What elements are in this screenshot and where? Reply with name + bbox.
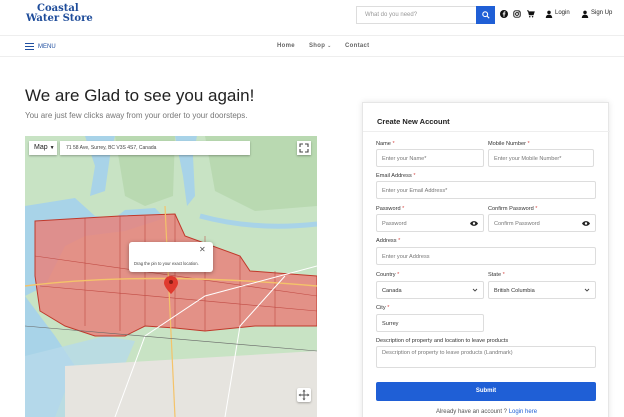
name-label: Name * — [376, 141, 395, 147]
map-canvas[interactable] — [25, 136, 317, 417]
signup-link[interactable]: Sign Up — [591, 10, 612, 16]
password-label: Password * — [376, 206, 405, 212]
search-icon — [481, 11, 490, 19]
fullscreen-button[interactable] — [297, 141, 311, 155]
search-button[interactable] — [476, 6, 495, 24]
user-icon — [545, 10, 553, 18]
page-title: We are Glad to see you again! — [25, 86, 255, 105]
close-icon[interactable]: ✕ — [199, 245, 206, 254]
fullscreen-icon — [299, 143, 309, 153]
state-select[interactable]: British Columbia — [488, 281, 596, 299]
nav-shop-label: Shop — [309, 43, 326, 49]
password-placeholder: Password — [382, 221, 407, 227]
password-input[interactable]: Password — [376, 214, 484, 232]
caret-down-icon: ▼ — [49, 145, 55, 151]
signup-card: Create New Account Name * Enter your Nam… — [362, 102, 610, 417]
page-subtitle: You are just few clicks away from your o… — [25, 111, 248, 120]
confirm-password-label: Confirm Password * — [488, 206, 538, 212]
chevron-down-icon — [584, 288, 590, 292]
instagram-icon[interactable] — [513, 10, 521, 18]
description-label: Description of property and location to … — [376, 338, 509, 344]
login-prompt-text: Already have an account ? — [435, 409, 508, 415]
nav-shop[interactable]: Shop ⌄ — [309, 43, 332, 49]
divider — [363, 131, 610, 132]
map-tooltip: ✕ Drag the pin to your exact location. — [129, 242, 213, 272]
map-tooltip-text: Drag the pin to your exact location. — [134, 261, 199, 266]
email-input[interactable]: Enter your Email Address* — [376, 181, 596, 199]
top-header: Coastal Water Store What do you need? Lo… — [0, 0, 624, 32]
confirm-password-placeholder: Confirm Password — [494, 221, 540, 227]
nav-contact[interactable]: Contact — [345, 43, 369, 49]
form-title: Create New Account — [377, 117, 450, 126]
login-here-link[interactable]: Login here — [509, 409, 537, 415]
name-input[interactable]: Enter your Name* — [376, 149, 484, 167]
main-nav: MENU Home Shop ⌄ Contact — [0, 35, 624, 57]
map-pan-control[interactable] — [297, 388, 311, 402]
email-label: Email Address * — [376, 173, 416, 179]
search-input[interactable]: What do you need? — [356, 6, 476, 24]
user-icon — [581, 10, 589, 18]
map-type-toggle[interactable]: Map ▼ — [29, 141, 57, 155]
login-link[interactable]: Login — [555, 10, 570, 16]
facebook-icon[interactable] — [500, 10, 508, 18]
state-value: British Columbia — [494, 288, 535, 294]
city-label: City * — [376, 305, 390, 311]
map-type-label: Map — [34, 144, 48, 151]
brand-line2: Water Store — [26, 13, 93, 24]
address-label: Address * — [376, 238, 401, 244]
chevron-down-icon: ⌄ — [327, 43, 332, 49]
login-prompt: Already have an account ? Login here — [363, 409, 610, 415]
menu-label: MENU — [38, 43, 56, 50]
hamburger-icon — [25, 43, 34, 51]
cart-icon[interactable] — [527, 10, 535, 18]
country-label: Country * — [376, 272, 400, 278]
address-input[interactable]: Enter your Address — [376, 247, 596, 265]
map-address-field[interactable]: 71 58 Ave, Surrey, BC V3S 4S7, Canada — [60, 141, 250, 155]
delivery-map[interactable]: Map ▼ 71 58 Ave, Surrey, BC V3S 4S7, Can… — [25, 136, 317, 417]
eye-icon[interactable] — [582, 220, 590, 227]
mobile-label: Mobile Number * — [488, 141, 530, 147]
submit-button[interactable]: Submit — [376, 382, 596, 401]
pan-icon — [298, 389, 310, 401]
confirm-password-input[interactable]: Confirm Password — [488, 214, 596, 232]
brand-logo[interactable]: Coastal Water Store — [26, 4, 93, 24]
state-label: State * — [488, 272, 505, 278]
nav-home[interactable]: Home — [277, 43, 295, 49]
country-select[interactable]: Canada — [376, 281, 484, 299]
menu-button[interactable]: MENU — [25, 43, 56, 51]
city-input[interactable]: Surrey — [376, 314, 484, 332]
mobile-input[interactable]: Enter your Mobile Number* — [488, 149, 594, 167]
eye-icon[interactable] — [470, 220, 478, 227]
chevron-down-icon — [472, 288, 478, 292]
country-value: Canada — [382, 288, 402, 294]
description-textarea[interactable]: Description of property to leave product… — [376, 346, 596, 368]
